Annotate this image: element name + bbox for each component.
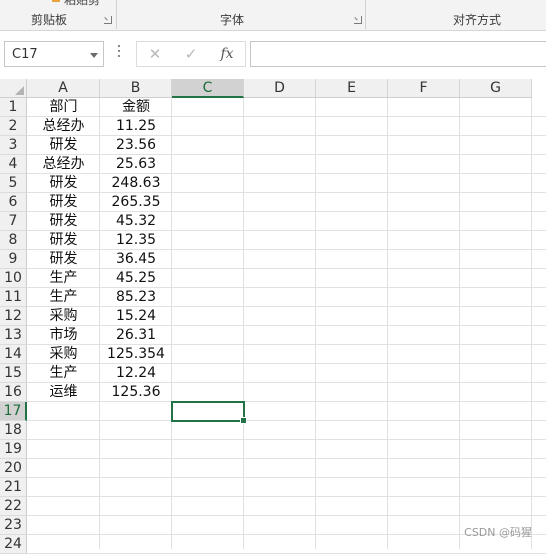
watermark: CSDN @码猩 [464,526,532,539]
row-header-10[interactable]: 10 [0,269,27,288]
cell-a13[interactable]: 市场 [27,326,100,345]
gridline [27,420,546,421]
cell-a10[interactable]: 生产 [27,269,100,288]
select-all-corner[interactable] [0,79,27,98]
gridline [27,496,546,497]
cell-a7[interactable]: 研发 [27,212,100,231]
row-header-7[interactable]: 7 [0,212,27,231]
row-header-17[interactable]: 17 [0,402,27,421]
cell-a9[interactable]: 研发 [27,250,100,269]
gridline [531,98,532,549]
row-header-11[interactable]: 11 [0,288,27,307]
row-header-2[interactable]: 2 [0,117,27,136]
row-header-4[interactable]: 4 [0,155,27,174]
cell-a5[interactable]: 研发 [27,174,100,193]
gridline [459,98,460,549]
cell-a14[interactable]: 采购 [27,345,100,364]
chevron-down-icon[interactable] [90,53,98,58]
group-label-font: 字体 [220,13,245,27]
column-header-d[interactable]: D [244,79,316,98]
column-header-f[interactable]: F [388,79,460,98]
cell-a3[interactable]: 研发 [27,136,100,155]
row-header-6[interactable]: 6 [0,193,27,212]
row-header-15[interactable]: 15 [0,364,27,383]
cell-a12[interactable]: 采购 [27,307,100,326]
cell-b7[interactable]: 45.32 [100,212,172,231]
column-header-a[interactable]: A [27,79,100,98]
cell-b11[interactable]: 85.23 [100,288,172,307]
cell-a1[interactable]: 部门 [27,98,100,117]
row-header-8[interactable]: 8 [0,231,27,250]
column-header-c[interactable]: C [172,79,244,98]
group-divider [365,0,366,29]
row-header-20[interactable]: 20 [0,459,27,478]
cell-b1[interactable]: 金额 [100,98,172,117]
paste-icon[interactable] [52,0,60,2]
active-cell[interactable] [171,401,247,424]
row-header-16[interactable]: 16 [0,383,27,402]
ribbon: 粘贴剪 剪贴板 字体 对齐方式 [0,0,546,31]
row-header-21[interactable]: 21 [0,478,27,497]
formula-bar: C17 ✕ ✓ fx [0,31,546,79]
cell-b6[interactable]: 265.35 [100,193,172,212]
cell-b5[interactable]: 248.63 [100,174,172,193]
gridline [243,98,244,549]
gridline [315,98,316,549]
row-header-18[interactable]: 18 [0,421,27,440]
row-header-14[interactable]: 14 [0,345,27,364]
row-header-24[interactable]: 24 [0,535,27,554]
gridline [27,515,546,516]
cell-a4[interactable]: 总经办 [27,155,100,174]
row-header-12[interactable]: 12 [0,307,27,326]
cell-a2[interactable]: 总经办 [27,117,100,136]
enter-icon[interactable]: ✓ [179,44,203,64]
column-header-g[interactable]: G [460,79,532,98]
font-launcher-icon[interactable] [354,16,362,24]
group-label-clipboard: 剪贴板 [31,13,68,27]
insert-function-icon[interactable]: fx [215,44,239,64]
cell-b16[interactable]: 125.36 [100,383,172,402]
cell-b9[interactable]: 36.45 [100,250,172,269]
formula-buttons: ✕ ✓ fx [136,41,246,67]
cell-a8[interactable]: 研发 [27,231,100,250]
cell-a6[interactable]: 研发 [27,193,100,212]
cell-b3[interactable]: 23.56 [100,136,172,155]
column-header-b[interactable]: B [100,79,172,98]
row-header-9[interactable]: 9 [0,250,27,269]
row-header-3[interactable]: 3 [0,136,27,155]
ribbon-top-fragment: 粘贴剪 [64,0,101,7]
column-header-e[interactable]: E [316,79,388,98]
cell-b14[interactable]: 125.354 [100,345,172,364]
clipboard-launcher-icon[interactable] [104,16,112,24]
row-header-19[interactable]: 19 [0,440,27,459]
name-box[interactable]: C17 [4,41,104,67]
cell-b4[interactable]: 25.63 [100,155,172,174]
cell-b15[interactable]: 12.24 [100,364,172,383]
cell-b8[interactable]: 12.35 [100,231,172,250]
formula-input[interactable] [250,41,546,67]
cell-b10[interactable]: 45.25 [100,269,172,288]
row-header-1[interactable]: 1 [0,98,27,117]
gridline [27,477,546,478]
cell-a11[interactable]: 生产 [27,288,100,307]
gridline [27,439,546,440]
group-label-alignment: 对齐方式 [453,13,502,27]
row-header-23[interactable]: 23 [0,516,27,535]
cell-b12[interactable]: 15.24 [100,307,172,326]
cancel-icon[interactable]: ✕ [143,44,167,64]
row-header-13[interactable]: 13 [0,326,27,345]
cell-b13[interactable]: 26.31 [100,326,172,345]
drag-handle-icon[interactable] [118,45,121,59]
row-header-22[interactable]: 22 [0,497,27,516]
cell-a16[interactable]: 运维 [27,383,100,402]
cell-a15[interactable]: 生产 [27,364,100,383]
name-box-value: C17 [12,47,38,62]
worksheet-grid[interactable]: A B C D E F G 1 2 3 4 5 6 7 8 9 10 11 12 13 14 15 16 17 18 19 20 21… [0,79,546,554]
gridline [387,98,388,549]
gridline [27,458,546,459]
row-header-5[interactable]: 5 [0,174,27,193]
cell-b2[interactable]: 11.25 [100,117,172,136]
group-divider [116,0,117,29]
